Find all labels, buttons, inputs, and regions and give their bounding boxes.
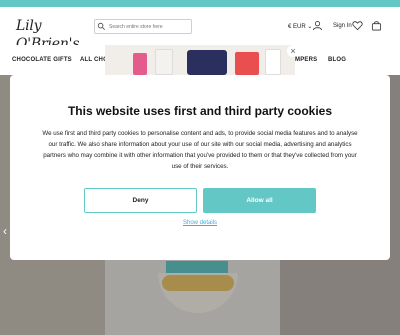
currency-label: € EUR [288,24,306,30]
heart-icon[interactable] [352,20,363,31]
site-header: Lily O'Brien's € EUR ⌄ Sign In [0,7,400,52]
nav-item-hampers[interactable]: MPERS [295,57,317,63]
deny-button[interactable]: Deny [84,188,197,213]
dialog-title: This website uses first and third party … [67,104,333,118]
nav-promo-image [105,45,295,75]
brand-logo[interactable]: Lily O'Brien's [16,17,90,52]
search-input[interactable] [94,19,192,34]
nav-item-blog[interactable]: BLOG [328,57,346,63]
close-button[interactable]: × [287,45,299,57]
user-icon[interactable] [312,20,323,31]
product-image [235,52,259,75]
bag-icon[interactable] [371,20,382,31]
product-image [155,49,173,75]
dialog-body: We use first and third party cookies to … [42,130,358,170]
search-icon [97,22,105,30]
product-image [265,49,281,75]
signin-link[interactable]: Sign In [333,23,352,29]
currency-switcher[interactable]: € EUR ⌄ [288,23,312,30]
allow-all-button[interactable]: Allow all [203,188,316,213]
show-details-link[interactable]: Show details [10,220,390,226]
product-image [133,53,147,75]
nav-item-chocolate-gifts[interactable]: CHOCOLATE GIFTS [12,57,72,63]
promo-bar [0,0,400,7]
nav-item-all-chocolates[interactable]: ALL CHO [80,57,108,63]
cookie-consent-dialog: This website uses first and third party … [10,75,390,260]
product-image [187,50,227,75]
